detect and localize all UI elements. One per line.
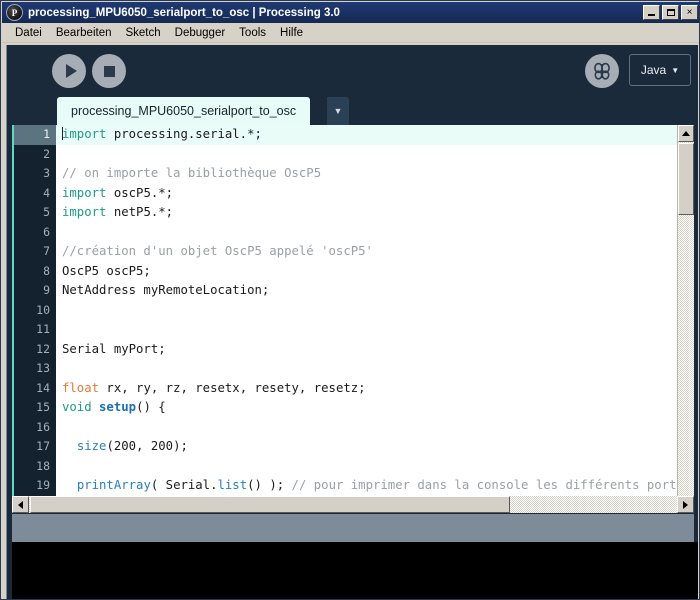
ide-toolbar: Java ▼	[7, 45, 698, 97]
run-button[interactable]	[52, 54, 86, 88]
code-line-19: printArray( Serial.list() ); // pour imp…	[76, 478, 677, 492]
gutter-line-1: 1	[14, 125, 56, 145]
sketch-tab-strip: processing_MPU6050_serialport_to_osc ▼	[7, 97, 698, 125]
chevron-down-icon: ▼	[671, 65, 680, 75]
status-message-bar	[12, 514, 694, 542]
editor-horizontal-scrollbar[interactable]	[12, 496, 694, 513]
gutter-line-8: 8	[43, 263, 50, 278]
code-line-7: //création d'un objet OscP5 appelé 'oscP…	[62, 244, 373, 258]
gutter-line-7: 7	[43, 244, 50, 258]
code-line-3: // on importe la bibliothèque OscP5	[62, 166, 322, 180]
close-button[interactable]: ×	[681, 5, 698, 20]
hscroll-thumb[interactable]	[30, 496, 510, 513]
stop-icon	[103, 65, 115, 77]
hscroll-left-button[interactable]	[12, 496, 29, 513]
code-line-1: import processing.serial.*;	[56, 125, 677, 145]
code-line-5: import netP5.*;	[62, 205, 174, 219]
maximize-icon	[666, 9, 675, 16]
gutter-line-19: 19	[36, 478, 50, 492]
ide-body: Java ▼ processing_MPU6050_serialport_to_…	[6, 45, 698, 599]
sketch-tab[interactable]: processing_MPU6050_serialport_to_osc	[57, 97, 311, 125]
gutter-line-2: 2	[43, 146, 50, 161]
gutter-line-14: 14	[36, 380, 50, 395]
minimize-icon	[648, 14, 655, 16]
scroll-up-icon	[682, 131, 690, 136]
vscroll-up-button[interactable]	[678, 125, 694, 142]
gutter-line-9: 9	[43, 283, 50, 297]
scroll-right-icon	[683, 500, 688, 509]
gutter-line-5: 5	[43, 205, 50, 219]
gutter-line-4: 4	[43, 185, 50, 200]
code-line-17: size(200, 200);	[76, 439, 188, 453]
title-bar: P processing_MPU6050_serialport_to_osc |…	[2, 2, 699, 23]
window-title: processing_MPU6050_serialport_to_osc | P…	[28, 6, 340, 19]
menu-bar: Datei Bearbeiten Sketch Debugger Tools H…	[2, 23, 699, 43]
mode-label: Java	[640, 63, 667, 77]
processing-logo-icon: P	[6, 4, 23, 21]
gutter-line-15: 15	[36, 400, 50, 414]
gutter-line-10: 10	[36, 302, 50, 317]
menu-item-datei[interactable]: Datei	[8, 25, 49, 41]
vscroll-thumb[interactable]	[678, 143, 694, 215]
tab-menu-button[interactable]: ▼	[327, 97, 349, 125]
editor-vertical-scrollbar[interactable]	[677, 125, 694, 513]
code-editor: 1234567891011121314151617181920 import p…	[12, 125, 694, 513]
gutter-line-18: 18	[36, 458, 50, 473]
window-controls: ×	[643, 5, 698, 20]
processing-ide-window: P processing_MPU6050_serialport_to_osc |…	[0, 0, 700, 600]
menu-item-tools[interactable]: Tools	[232, 25, 273, 41]
gutter-line-13: 13	[36, 361, 50, 375]
code-line-9: NetAddress myRemoteLocation;	[62, 283, 270, 297]
menu-item-hilfe[interactable]: Hilfe	[273, 25, 310, 41]
gutter-line-12: 12	[36, 341, 50, 356]
play-icon	[65, 64, 77, 78]
code-line-15: void setup() {	[62, 400, 166, 414]
gutter-line-3: 3	[43, 166, 50, 180]
minimize-button[interactable]	[643, 5, 660, 20]
menu-item-sketch[interactable]: Sketch	[118, 25, 167, 41]
console-output-area[interactable]	[12, 542, 698, 599]
code-line-12: Serial myPort;	[62, 341, 166, 356]
debugger-button[interactable]	[585, 54, 619, 88]
line-number-gutter: 1234567891011121314151617181920	[14, 125, 56, 513]
code-line-4: import oscP5.*;	[62, 185, 174, 200]
menu-item-debugger[interactable]: Debugger	[168, 25, 233, 41]
code-text-area[interactable]: import processing.serial.*; // on import…	[56, 125, 677, 513]
menu-item-bearbeiten[interactable]: Bearbeiten	[49, 25, 119, 41]
gutter-line-17: 17	[36, 439, 50, 453]
gutter-line-6: 6	[43, 224, 50, 239]
scroll-left-icon	[18, 500, 23, 509]
mode-selector[interactable]: Java ▼	[629, 54, 691, 86]
debugger-butterfly-icon	[594, 62, 610, 80]
gutter-line-11: 11	[36, 322, 50, 336]
hscroll-right-button[interactable]	[677, 496, 694, 513]
gutter-line-16: 16	[36, 419, 50, 434]
stop-button[interactable]	[92, 54, 126, 88]
code-line-8: OscP5 oscP5;	[62, 263, 151, 278]
code-line-14: float rx, ry, rz, resetx, resety, resetz…	[62, 380, 366, 395]
maximize-button[interactable]	[662, 5, 679, 20]
